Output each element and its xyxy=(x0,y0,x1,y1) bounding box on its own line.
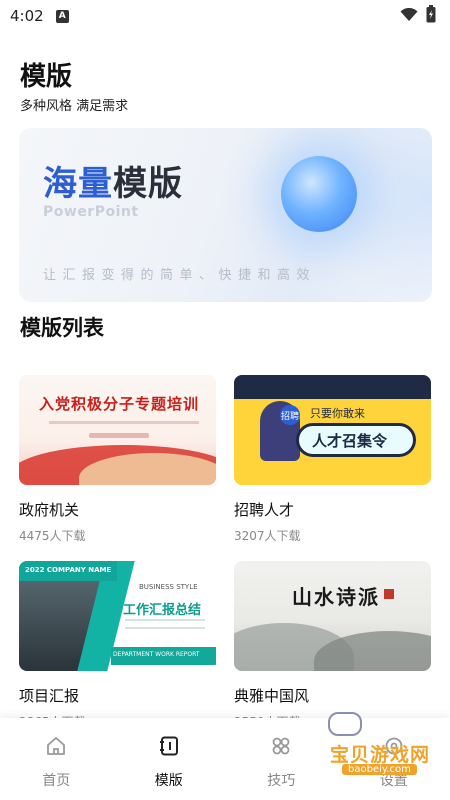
status-icons xyxy=(400,5,436,27)
hero-banner[interactable]: 海量模版 PowerPoint 让汇报变得的简单、快捷和高效 xyxy=(19,128,432,302)
template-name: 招聘人才 xyxy=(234,501,295,519)
nav-item-templates[interactable]: 模版 xyxy=(113,718,226,800)
template-thumbnail[interactable]: 招聘 只要你敢来 人才召集令 xyxy=(234,375,431,485)
thumbnail-footer: DEPARTMENT WORK REPORT xyxy=(113,651,200,658)
watermark-url: baobeiy.com xyxy=(342,764,417,775)
battery-icon xyxy=(426,5,436,27)
nav-item-tips[interactable]: 技巧 xyxy=(225,718,338,800)
template-name: 项目汇报 xyxy=(19,687,80,705)
thumbnail-decoration xyxy=(125,619,205,629)
banner-title: 海量模版 xyxy=(43,156,183,205)
banner-orb-decoration xyxy=(281,156,357,232)
thumbnail-title: 入党积极分子专题培训 xyxy=(39,395,200,413)
thumbnail-caption: 只要你敢来 xyxy=(310,407,365,420)
tips-icon xyxy=(269,734,293,758)
thumbnail-seal xyxy=(384,589,394,599)
banner-title-rest: 模版 xyxy=(113,164,183,204)
download-count: 4475人下载 xyxy=(19,529,86,543)
template-card-recruit[interactable]: 招聘 只要你敢来 人才召集令 招聘人才 3207人下载 xyxy=(234,375,431,544)
banner-subtitle: PowerPoint xyxy=(43,204,139,220)
template-thumbnail[interactable]: 山水诗派 xyxy=(234,561,431,671)
template-card-chinese-style[interactable]: 山水诗派 典雅中国风 2550人下载 xyxy=(234,561,431,730)
gamepad-icon xyxy=(328,712,362,736)
thumbnail-badge: 招聘 xyxy=(280,405,300,425)
thumbnail-title: 工作汇报总结 xyxy=(123,603,202,618)
template-thumbnail[interactable]: 2022 COMPANY NAME BUSINESS STYLE 工作汇报总结 … xyxy=(19,561,216,671)
download-count: 3207人下载 xyxy=(234,529,301,543)
wifi-icon xyxy=(400,7,418,26)
home-icon xyxy=(44,734,68,758)
thumbnail-decoration xyxy=(89,433,149,438)
template-name: 典雅中国风 xyxy=(234,687,310,705)
page-subtitle: 多种风格 满足需求 xyxy=(20,99,129,114)
thumbnail-decoration xyxy=(234,375,431,399)
status-bar: 4:02 A xyxy=(0,0,450,32)
nav-label: 模版 xyxy=(154,773,183,789)
thumbnail-title: 山水诗派 xyxy=(292,585,380,609)
template-card-project[interactable]: 2022 COMPANY NAME BUSINESS STYLE 工作汇报总结 … xyxy=(19,561,216,730)
watermark-text: 宝贝游戏网 xyxy=(330,744,431,766)
thumbnail-title: 人才召集令 xyxy=(312,432,388,450)
thumbnail-decoration xyxy=(49,421,199,424)
nav-label: 首页 xyxy=(42,773,71,789)
notification-icon: A xyxy=(55,9,69,23)
thumbnail-company: 2022 COMPANY NAME xyxy=(25,566,112,574)
thumbnail-style-label: BUSINESS STYLE xyxy=(139,583,198,591)
nav-label: 技巧 xyxy=(267,773,296,789)
banner-title-accent: 海量 xyxy=(43,164,113,204)
nav-item-home[interactable]: 首页 xyxy=(0,718,113,800)
template-name: 政府机关 xyxy=(19,501,80,519)
section-title: 模版列表 xyxy=(20,316,104,340)
watermark-logo: 宝贝游戏网 baobeiy.com xyxy=(322,706,442,780)
template-icon xyxy=(157,734,181,758)
banner-tagline: 让汇报变得的简单、快捷和高效 xyxy=(43,268,317,283)
page-title: 模版 xyxy=(20,62,73,92)
template-thumbnail[interactable]: 入党积极分子专题培训 xyxy=(19,375,216,485)
template-card-government[interactable]: 入党积极分子专题培训 政府机关 4475人下载 xyxy=(19,375,216,544)
status-time: 4:02 xyxy=(10,7,44,25)
